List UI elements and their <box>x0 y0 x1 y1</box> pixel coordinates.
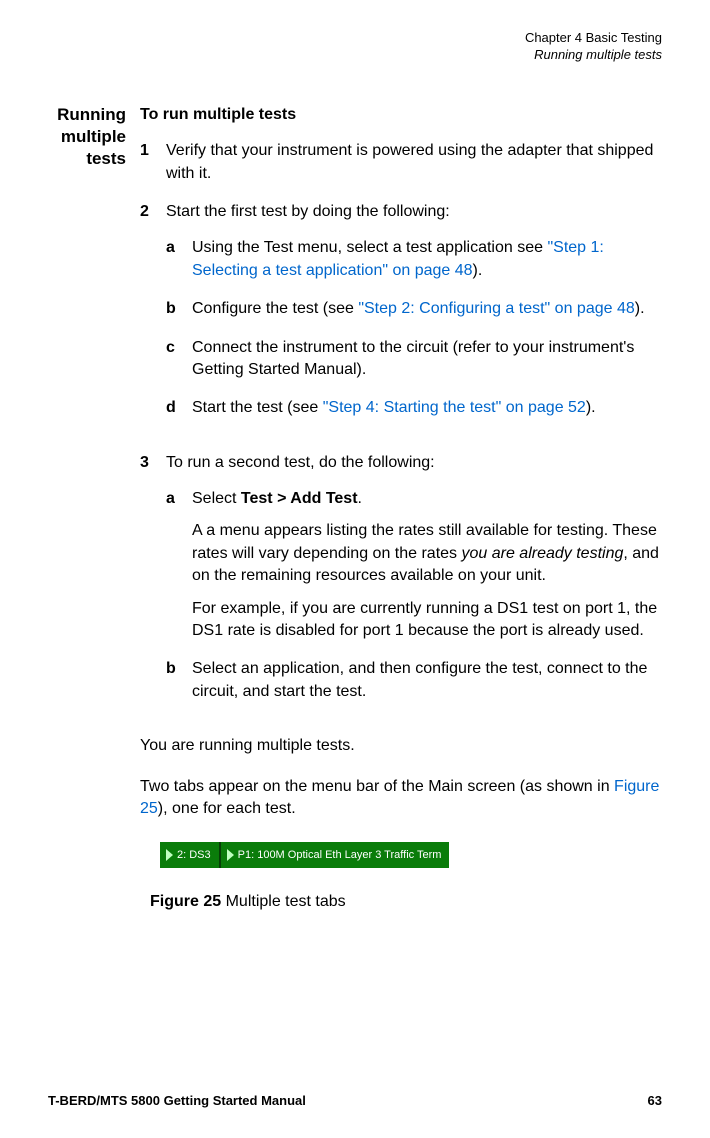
tab-label: P1: 100M Optical Eth Layer 3 Traffic Ter… <box>238 848 442 863</box>
figure-label: Figure 25 <box>150 893 221 910</box>
step-number: 1 <box>140 140 166 185</box>
step-3: 3 To run a second test, do the following… <box>140 452 662 720</box>
content-wrap: Running multiple tests To run multiple t… <box>20 104 662 913</box>
substep-b: b Configure the test (see "Step 2: Confi… <box>166 298 662 320</box>
substep-text: Connect the instrument to the circuit (r… <box>192 337 662 382</box>
substep-text: Configure the test (see "Step 2: Configu… <box>192 298 662 320</box>
step-2: 2 Start the first test by doing the foll… <box>140 201 662 436</box>
section-title: Running multiple tests <box>20 104 140 913</box>
text-post: ). <box>473 262 483 279</box>
text-pre: Start the test (see <box>192 399 323 416</box>
step-text: Verify that your instrument is powered u… <box>166 140 662 185</box>
substep-label: a <box>166 237 192 282</box>
step-number: 2 <box>140 201 166 436</box>
substep-text: Using the Test menu, select a test appli… <box>192 237 662 282</box>
substeps: a Using the Test menu, select a test app… <box>166 237 662 419</box>
substep-label: b <box>166 298 192 320</box>
step-number: 3 <box>140 452 166 720</box>
text-pre: Configure the test (see <box>192 300 358 317</box>
text-post: ). <box>586 399 596 416</box>
text-post: ). <box>635 300 645 317</box>
play-icon <box>227 849 234 861</box>
cross-ref-link[interactable]: "Step 4: Starting the test" on page 52 <box>323 399 586 416</box>
figure-caption: Figure 25 Multiple test tabs <box>150 891 662 913</box>
example-paragraph: For example, if you are currently runnin… <box>192 598 662 643</box>
substep-c: c Connect the instrument to the circuit … <box>166 337 662 382</box>
main-content: To run multiple tests 1 Verify that your… <box>140 104 662 913</box>
note-paragraph: A a menu appears listing the rates still… <box>192 520 662 587</box>
page-number: 63 <box>648 1093 662 1108</box>
header-chapter: Chapter 4 Basic Testing <box>20 30 662 47</box>
substep-label: d <box>166 397 192 419</box>
substep-label: b <box>166 658 192 703</box>
substep-a: a Select Test > Add Test. A a menu appea… <box>166 488 662 642</box>
text-post: ), one for each test. <box>158 800 296 817</box>
header-section: Running multiple tests <box>20 47 662 64</box>
figure-tabs: 2: DS3 P1: 100M Optical Eth Layer 3 Traf… <box>160 842 662 868</box>
tab-bar: 2: DS3 P1: 100M Optical Eth Layer 3 Traf… <box>160 842 449 868</box>
page-footer: T-BERD/MTS 5800 Getting Started Manual 6… <box>48 1093 662 1108</box>
substep-text: Start the test (see "Step 4: Starting th… <box>192 397 662 419</box>
step-content: Start the first test by doing the follow… <box>166 201 662 436</box>
test-tab-2[interactable]: P1: 100M Optical Eth Layer 3 Traffic Ter… <box>219 842 450 868</box>
substep-label: c <box>166 337 192 382</box>
text-pre: Using the Test menu, select a test appli… <box>192 239 547 256</box>
step-text: To run a second test, do the following: <box>166 454 435 471</box>
manual-title: T-BERD/MTS 5800 Getting Started Manual <box>48 1093 306 1108</box>
italic-text: you are already testing <box>461 545 623 562</box>
figure-title: Multiple test tabs <box>221 893 346 910</box>
step-text: Start the first test by doing the follow… <box>166 203 450 220</box>
menu-path: Test > Add Test <box>241 490 358 507</box>
substep-d: d Start the test (see "Step 4: Starting … <box>166 397 662 419</box>
substep-label: a <box>166 488 192 642</box>
tab-label: 2: DS3 <box>177 848 211 863</box>
substep-b: b Select an application, and then config… <box>166 658 662 703</box>
step-content: To run a second test, do the following: … <box>166 452 662 720</box>
substep-text: Select an application, and then configur… <box>192 658 662 703</box>
substeps: a Select Test > Add Test. A a menu appea… <box>166 488 662 703</box>
cross-ref-link[interactable]: "Step 2: Configuring a test" on page 48 <box>358 300 634 317</box>
substep-a: a Using the Test menu, select a test app… <box>166 237 662 282</box>
text-pre: Select <box>192 490 241 507</box>
text-post: . <box>358 490 362 507</box>
procedure-title: To run multiple tests <box>140 104 662 126</box>
text-pre: Two tabs appear on the menu bar of the M… <box>140 778 614 795</box>
step-1: 1 Verify that your instrument is powered… <box>140 140 662 185</box>
page-header: Chapter 4 Basic Testing Running multiple… <box>20 30 662 64</box>
substep-text: Select Test > Add Test. A a menu appears… <box>192 488 662 642</box>
tabs-description: Two tabs appear on the menu bar of the M… <box>140 776 662 821</box>
test-tab-1[interactable]: 2: DS3 <box>160 842 219 868</box>
result-text: You are running multiple tests. <box>140 735 662 757</box>
play-icon <box>166 849 173 861</box>
